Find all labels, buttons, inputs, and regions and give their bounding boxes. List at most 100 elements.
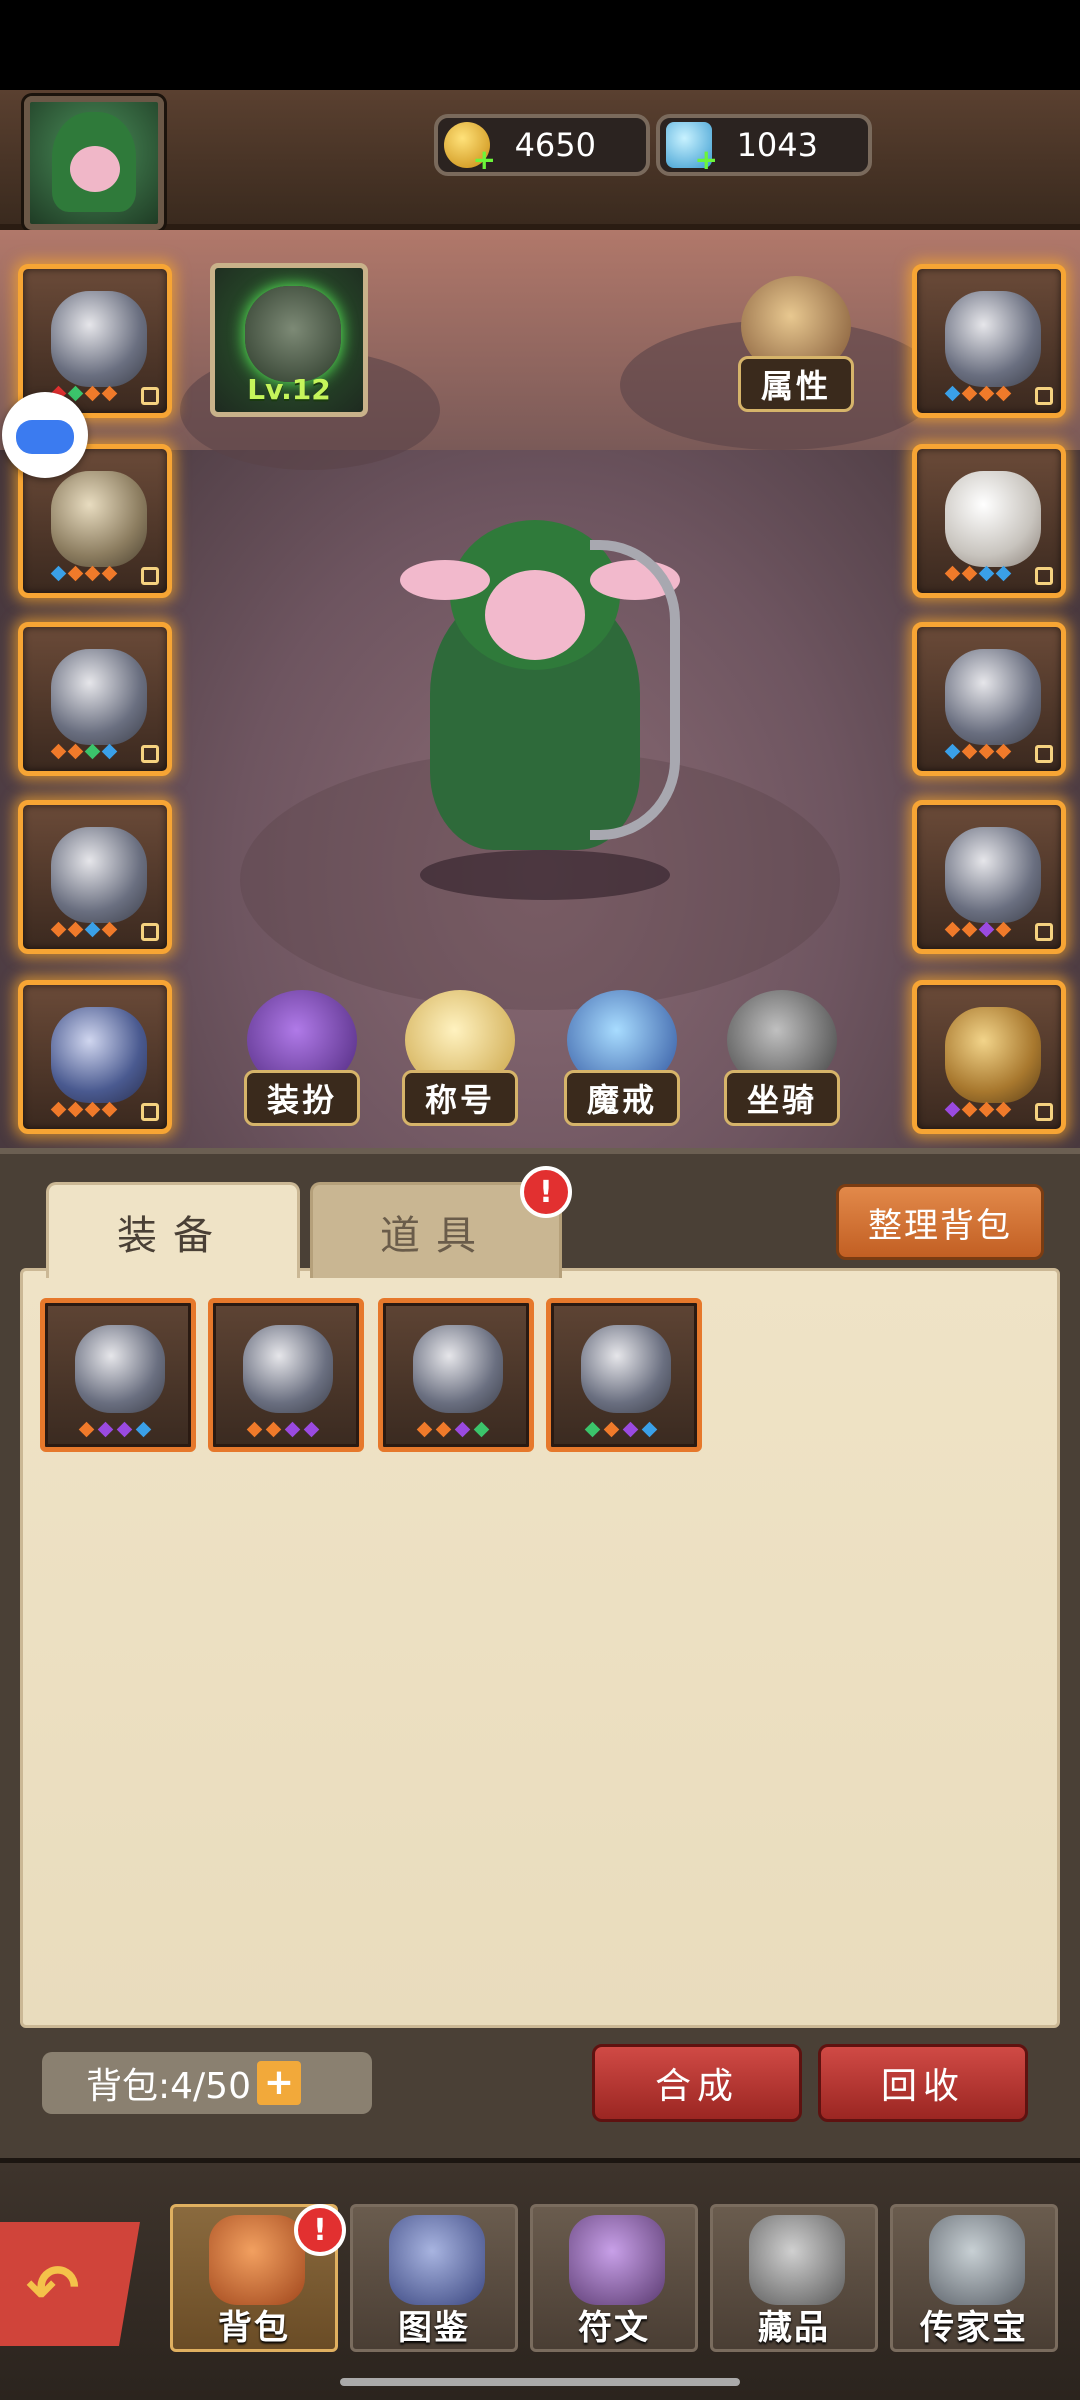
title-label: 称号 (401, 1070, 518, 1126)
bag-item-bow[interactable] (40, 1298, 196, 1452)
equip-slot-right-bracer[interactable] (912, 622, 1066, 776)
magic-ring-label: 魔戒 (563, 1070, 680, 1126)
back-arrow-icon: ↶ (26, 2252, 80, 2326)
equip-slot-boots[interactable] (912, 980, 1066, 1134)
bow-icon (51, 291, 147, 387)
quality-dots (78, 1421, 152, 1438)
gamepad-icon (16, 420, 74, 454)
beast-icon (245, 286, 341, 382)
hero-shadow (420, 850, 670, 900)
treasure-chest-icon (929, 2215, 1025, 2305)
bracer-icon (413, 1325, 503, 1413)
outfit-button[interactable]: 装扮 (232, 990, 372, 1126)
nav-bag-label: 背包 (218, 2308, 290, 2348)
expand-bag-button[interactable]: + (256, 2061, 301, 2105)
nav-bag-alert-badge: ! (294, 2204, 346, 2256)
gold-amount: 4650 (514, 126, 596, 164)
outfit-label: 装扮 (243, 1070, 360, 1126)
quality-dots (944, 565, 1012, 582)
hero-ear (400, 560, 490, 600)
bag-item-ring[interactable] (208, 1298, 364, 1452)
bag-capacity-label: 背包:4/50 (86, 2066, 251, 2107)
equip-slot-left-ring[interactable] (18, 800, 172, 954)
quality-dots (50, 921, 118, 938)
backpack-icon (209, 2215, 305, 2305)
lock-icon (141, 567, 159, 585)
bag-capacity: 背包:4/50 + (42, 2052, 372, 2114)
bracer-icon (581, 1325, 671, 1413)
nav-collection-label: 藏品 (758, 2308, 830, 2348)
recycle-button[interactable]: 回收 (818, 2044, 1028, 2122)
bag-item-bracer[interactable] (546, 1298, 702, 1452)
equip-slot-necklace[interactable] (912, 444, 1066, 598)
boots-icon (945, 1007, 1041, 1103)
combine-label: 合成 (654, 2066, 739, 2107)
equip-slot-helmet[interactable] (912, 264, 1066, 418)
nav-heirloom[interactable]: 传家宝 (890, 2204, 1058, 2352)
pet-card[interactable]: Lv.12 (210, 263, 368, 417)
player-avatar[interactable] (24, 96, 164, 230)
axe-icon (749, 2215, 845, 2305)
attributes-label: 属性 (737, 356, 854, 412)
helmet-icon (945, 291, 1041, 387)
gem-icon (666, 122, 718, 176)
nav-runes-label: 符文 (578, 2308, 650, 2348)
hero-bow (590, 540, 680, 840)
lock-icon (1035, 1103, 1053, 1121)
hero-character (360, 500, 720, 900)
status-bar (0, 0, 1080, 90)
nav-collection[interactable]: 藏品 (710, 2204, 878, 2352)
ring-icon (51, 827, 147, 923)
pet-level: Lv.12 (247, 373, 331, 406)
nav-runes[interactable]: 符文 (530, 2204, 698, 2352)
sort-bag-label: 整理背包 (868, 1205, 1012, 1246)
tab-equipment[interactable]: 装备 (46, 1182, 300, 1278)
attributes-button[interactable]: 属性 (726, 276, 866, 412)
home-indicator (340, 2378, 740, 2386)
lock-icon (141, 923, 159, 941)
quality-dots (50, 1101, 118, 1118)
sort-bag-button[interactable]: 整理背包 (836, 1184, 1044, 1260)
gem-amount: 1043 (736, 126, 818, 164)
quality-dots (416, 1421, 490, 1438)
back-button[interactable]: ↶ (0, 2222, 140, 2346)
codex-icon (389, 2215, 485, 2305)
lock-icon (141, 1103, 159, 1121)
lock-icon (141, 387, 159, 405)
chainmail-icon (51, 471, 147, 567)
gold-counter[interactable]: 4650 (434, 114, 650, 176)
bow-icon (75, 1325, 165, 1413)
lock-icon (1035, 387, 1053, 405)
magic-ring-button[interactable]: 魔戒 (552, 990, 692, 1126)
nav-codex-label: 图鉴 (398, 2308, 470, 2348)
lock-icon (1035, 923, 1053, 941)
quality-dots (584, 1421, 658, 1438)
avatar-face (70, 146, 120, 192)
equip-slot-left-bracer[interactable] (18, 622, 172, 776)
combine-button[interactable]: 合成 (592, 2044, 802, 2122)
skull-belt-icon (51, 1007, 147, 1103)
equip-slot-right-ring[interactable] (912, 800, 1066, 954)
gold-coin-icon (444, 122, 496, 176)
quality-dots (50, 565, 118, 582)
quality-dots (944, 1101, 1012, 1118)
tab-equipment-label: 装备 (117, 1212, 229, 1259)
title-button[interactable]: 称号 (390, 990, 530, 1126)
bracer-icon (51, 649, 147, 745)
recycle-label: 回收 (880, 2066, 965, 2107)
lock-icon (141, 745, 159, 763)
lock-icon (1035, 745, 1053, 763)
bead-necklace-icon (945, 471, 1041, 567)
equip-slot-belt[interactable] (18, 980, 172, 1134)
nav-codex[interactable]: 图鉴 (350, 2204, 518, 2352)
bag-item-bracer[interactable] (378, 1298, 534, 1452)
ring-icon (243, 1325, 333, 1413)
quality-dots (944, 385, 1012, 402)
gem-counter[interactable]: 1043 (656, 114, 872, 176)
bracer-icon (945, 649, 1041, 745)
floating-gamepad-button[interactable] (2, 392, 88, 478)
quality-dots (944, 743, 1012, 760)
mount-button[interactable]: 坐骑 (712, 990, 852, 1126)
tab-items-alert-badge: ! (520, 1166, 572, 1218)
quality-dots (246, 1421, 320, 1438)
